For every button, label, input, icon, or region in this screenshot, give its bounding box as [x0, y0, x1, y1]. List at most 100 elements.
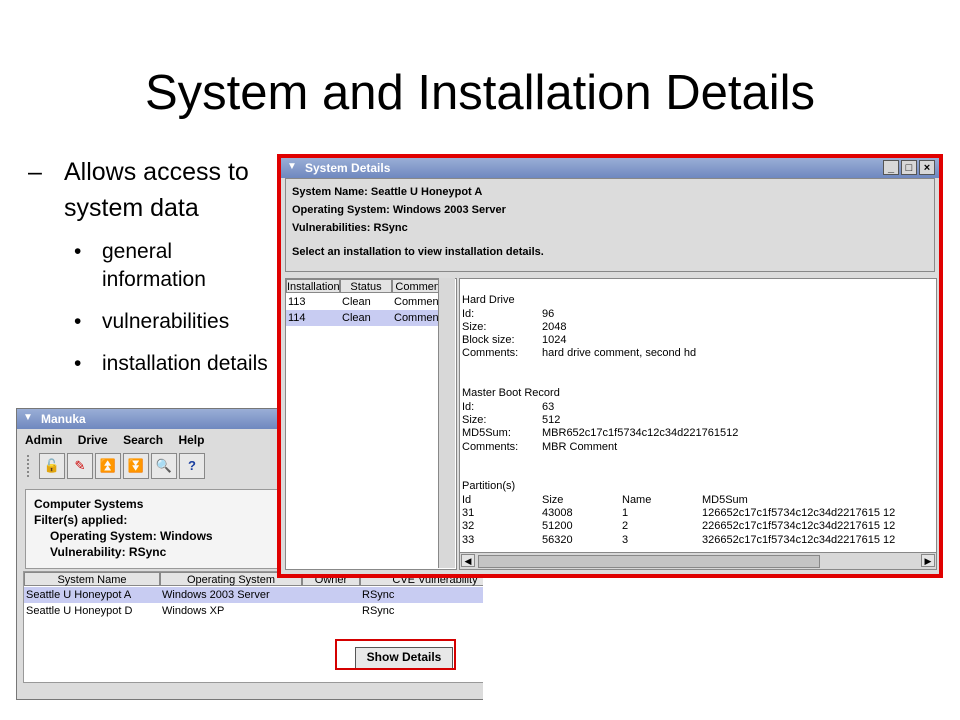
- cell-cve: RSync: [362, 605, 395, 617]
- partitions-heading: Partition(s): [462, 480, 516, 493]
- cell: 51200: [542, 520, 573, 533]
- col-name: Name: [622, 493, 652, 506]
- system-details-window: ▼ System Details _ □ × System Name: Seat…: [281, 158, 939, 574]
- sub-bullet: vulnerabilities: [74, 308, 278, 336]
- installations-table: Installation Status Comments 113 Clean C…: [285, 278, 457, 570]
- col-md5: MD5Sum: [702, 493, 748, 506]
- table-row[interactable]: Seattle U Honeypot A Windows 2003 Server…: [24, 587, 483, 603]
- cell-installation: 114: [288, 312, 306, 324]
- label: Comments:: [462, 347, 519, 360]
- col-installation[interactable]: Installation: [286, 279, 340, 293]
- value: 1024: [542, 334, 567, 347]
- label: Id:: [462, 400, 475, 413]
- value: MBR Comment: [542, 440, 618, 453]
- col-status[interactable]: Status: [340, 279, 392, 293]
- vulnerabilities-text: Vulnerabilities: RSync: [292, 222, 408, 234]
- label: Comments:: [462, 440, 519, 453]
- sub-bullet: general information: [74, 238, 278, 294]
- show-details-highlight: [335, 639, 456, 670]
- cell-cve: RSync: [362, 589, 395, 601]
- cell-os: Windows 2003 Server: [162, 589, 270, 601]
- pen-icon[interactable]: ✎: [67, 453, 93, 479]
- close-icon[interactable]: ×: [919, 160, 935, 175]
- down-arrow-icon[interactable]: ⏬: [123, 453, 149, 479]
- col-system-name[interactable]: System Name: [24, 572, 160, 586]
- table-row[interactable]: 114 Clean Commen...: [286, 310, 452, 326]
- cell: 33: [462, 533, 475, 546]
- installation-details-pane: Hard Drive Id: 96 Size: 2048 Block size: 1024 C…: [459, 278, 937, 570]
- up-arrow-icon[interactable]: ⏫: [95, 453, 121, 479]
- menu-bar: Admin Drive Search Help: [25, 433, 216, 447]
- value: MBR652c17c1f5734c12c34d221761512: [542, 427, 739, 440]
- cell: 1: [622, 507, 629, 520]
- value: 96: [542, 307, 555, 320]
- label: Id:: [462, 307, 475, 320]
- menu-admin[interactable]: Admin: [25, 433, 62, 447]
- cell: 31: [462, 507, 475, 520]
- system-name-text: System Name: Seattle U Honeypot A: [292, 186, 483, 198]
- toolbar-grip[interactable]: [27, 455, 35, 477]
- bullet-list: – Allows access to system data general i…: [28, 154, 278, 392]
- menu-drive[interactable]: Drive: [78, 433, 108, 447]
- bullet-main-text: Allows access to system data: [64, 158, 249, 222]
- label: Size:: [462, 413, 487, 426]
- dash-glyph: –: [28, 158, 42, 186]
- cell: 2: [622, 520, 629, 533]
- cell: 226652c17c1f5734c12c34d2217615 12: [702, 520, 896, 533]
- value: 2048: [542, 320, 567, 333]
- menu-search[interactable]: Search: [123, 433, 163, 447]
- manuka-title: Manuka: [41, 412, 86, 426]
- horizontal-scrollbar[interactable]: ◀ ▶: [460, 552, 936, 569]
- os-text: Operating System: Windows 2003 Server: [292, 204, 506, 216]
- sub-bullet-list: general information vulnerabilities inst…: [28, 238, 278, 378]
- value: hard drive comment, second hd: [542, 347, 697, 360]
- partition-row: 33 56320 3 326652c17c1f5734c12c34d2217615 1…: [462, 534, 895, 547]
- window-menu-icon[interactable]: ▼: [285, 160, 299, 174]
- col-size: Size: [542, 493, 564, 506]
- cell-owner: [302, 603, 360, 619]
- window-menu-icon[interactable]: ▼: [21, 411, 35, 425]
- scroll-left-icon[interactable]: ◀: [461, 554, 475, 567]
- menu-help[interactable]: Help: [178, 433, 204, 447]
- table-row[interactable]: Seattle U Honeypot D Windows XP RSync: [24, 603, 483, 619]
- partition-row: 31 43008 1 126652c17c1f5734c12c34d2217615 1…: [462, 507, 895, 520]
- table-row[interactable]: 113 Clean Commen...: [286, 294, 452, 310]
- cell-system-name: Seattle U Honeypot A: [26, 589, 132, 601]
- system-info-panel: System Name: Seattle U Honeypot A Operat…: [285, 178, 935, 272]
- magnifier-icon[interactable]: 🔍: [151, 453, 177, 479]
- select-prompt: Select an installation to view installat…: [292, 246, 544, 258]
- cell: 126652c17c1f5734c12c34d2217615 12: [702, 507, 896, 520]
- details-titlebar[interactable]: ▼ System Details _ □ ×: [281, 158, 939, 178]
- partition-row: 32 51200 2 226652c17c1f5734c12c34d2217615 1…: [462, 520, 895, 533]
- cell: 43008: [542, 507, 573, 520]
- cell-os: Windows XP: [162, 605, 225, 617]
- mbr-heading: Master Boot Record: [462, 387, 560, 400]
- hd-heading: Hard Drive: [462, 294, 515, 307]
- cell: 56320: [542, 533, 573, 546]
- cell: 32: [462, 520, 475, 533]
- sub-bullet: installation details: [74, 350, 278, 378]
- installation-details-text: Hard Drive Id: 96 Size: 2048 Block size: 1024 C…: [462, 281, 895, 569]
- value: 512: [542, 413, 561, 426]
- scroll-thumb[interactable]: [478, 555, 820, 568]
- vertical-scrollbar[interactable]: [438, 278, 455, 568]
- minimize-icon[interactable]: _: [883, 160, 899, 175]
- cell-installation: 113: [288, 296, 306, 308]
- cell: 326652c17c1f5734c12c34d2217615 12: [702, 533, 896, 546]
- maximize-icon[interactable]: □: [901, 160, 917, 175]
- help-icon[interactable]: ?: [179, 453, 205, 479]
- lock-icon[interactable]: 🔓: [39, 453, 65, 479]
- cell: 3: [622, 533, 629, 546]
- label: Block size:: [462, 334, 515, 347]
- cell-owner: [302, 587, 360, 603]
- cell-system-name: Seattle U Honeypot D: [26, 605, 133, 617]
- col-id: Id: [462, 493, 472, 506]
- scroll-right-icon[interactable]: ▶: [921, 554, 935, 567]
- label: MD5Sum:: [462, 427, 511, 440]
- slide-title: System and Installation Details: [145, 66, 815, 120]
- details-title: System Details: [305, 161, 391, 175]
- cell-status: Clean: [342, 296, 371, 308]
- label: Size:: [462, 320, 487, 333]
- bullet-main: – Allows access to system data: [28, 154, 278, 226]
- value: 63: [542, 400, 555, 413]
